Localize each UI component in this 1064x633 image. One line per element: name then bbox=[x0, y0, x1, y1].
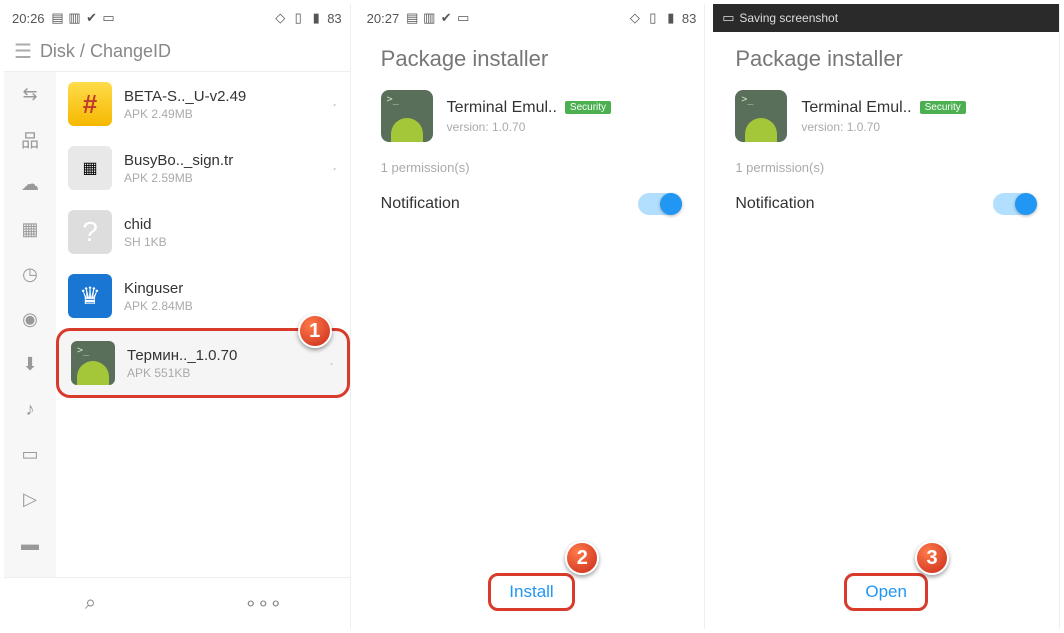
file-meta: SH 1KB bbox=[124, 235, 167, 249]
permission-toggle[interactable] bbox=[638, 193, 682, 215]
permission-count: 1 permission(s) bbox=[713, 150, 1059, 181]
status-time: 20:26 bbox=[12, 11, 45, 26]
file-icon: ? bbox=[68, 210, 112, 254]
file-list[interactable]: # BETA-S.._U-v2.49 APK 2.49MB · ▦ BusyBo… bbox=[56, 72, 350, 577]
check-icon: ✔ bbox=[85, 11, 99, 25]
file-row[interactable]: ? chid SH 1KB bbox=[56, 200, 350, 264]
file-name: Kinguser bbox=[124, 280, 193, 297]
status-icons-right: ◇ ▯ ▮ 83 bbox=[273, 11, 341, 26]
permission-name: Notification bbox=[735, 195, 814, 213]
file-meta: APK 2.84MB bbox=[124, 299, 193, 313]
app-info-row: Terminal Emul.. Security version: 1.0.70 bbox=[713, 82, 1059, 150]
app-version: version: 1.0.70 bbox=[801, 120, 965, 134]
camera-icon[interactable]: ◉ bbox=[4, 297, 56, 342]
battery-icon: ▮ bbox=[664, 11, 678, 25]
fm-sidebar: ⇆ 品 ☁ ▦ ◷ ◉ ⬇ ♪ ▭ ▷ ▬ bbox=[4, 72, 56, 577]
file-row[interactable]: ▦ BusyBo.._sign.tr APK 2.59MB · bbox=[56, 136, 350, 200]
sd-icon: ▤ bbox=[405, 11, 419, 25]
file-row[interactable]: # BETA-S.._U-v2.49 APK 2.49MB · bbox=[56, 72, 350, 136]
image-icon: ▭ bbox=[721, 11, 735, 25]
open-button[interactable]: Open bbox=[844, 573, 928, 611]
battery-level: 83 bbox=[327, 11, 341, 26]
image-icon: ▭ bbox=[102, 11, 116, 25]
saving-text: Saving screenshot bbox=[739, 11, 838, 25]
network-icon[interactable]: 品 bbox=[4, 117, 56, 162]
gallery-icon[interactable]: ▭ bbox=[4, 432, 56, 477]
file-meta: APK 2.59MB bbox=[124, 171, 233, 185]
search-icon[interactable]: ⌕ bbox=[4, 592, 177, 615]
app-name: Terminal Emul.. bbox=[801, 99, 911, 117]
step-badge-3: 3 bbox=[915, 541, 949, 575]
battery-icon: ▮ bbox=[309, 11, 323, 25]
status-icons-right: ◇ ▯ ▮ 83 bbox=[628, 11, 696, 26]
app-info-row: Terminal Emul.. Security version: 1.0.70 bbox=[359, 82, 705, 150]
app-icon bbox=[71, 341, 115, 385]
permission-name: Notification bbox=[381, 195, 460, 213]
security-badge: Security bbox=[920, 101, 966, 114]
menu-icon[interactable]: ☰ bbox=[14, 39, 32, 64]
package-installer-title: Package installer bbox=[713, 32, 1059, 82]
sd-icon: ▥ bbox=[68, 11, 82, 25]
vr-icon[interactable]: ▬ bbox=[4, 522, 56, 567]
file-name: BusyBo.._sign.tr bbox=[124, 152, 233, 169]
cloud-icon[interactable]: ☁ bbox=[4, 162, 56, 207]
step-badge-1: 1 bbox=[298, 314, 332, 348]
app-name: Terminal Emul.. bbox=[447, 99, 557, 117]
status-icons-left: ▤ ▥ ✔ ▭ bbox=[405, 11, 470, 25]
app-icon: # bbox=[68, 82, 112, 126]
wifi-icon: ◇ bbox=[628, 11, 642, 25]
status-time: 20:27 bbox=[367, 11, 400, 26]
status-bar: ▭ Saving screenshot bbox=[713, 4, 1059, 32]
more-icon[interactable]: ∘∘∘ bbox=[177, 591, 350, 616]
usb-icon[interactable]: ⇆ bbox=[4, 72, 56, 117]
status-icons-left: ▤ ▥ ✔ ▭ bbox=[51, 11, 116, 25]
screen-file-manager: 20:26 ▤ ▥ ✔ ▭ ◇ ▯ ▮ 83 ☰ Disk / ChangeID… bbox=[4, 4, 351, 629]
screen-install: 20:27 ▤ ▥ ✔ ▭ ◇ ▯ ▮ 83 Package installer… bbox=[359, 4, 706, 629]
app-icon bbox=[381, 90, 433, 142]
app-icon: ▦ bbox=[68, 146, 112, 190]
breadcrumb[interactable]: Disk / ChangeID bbox=[40, 41, 171, 62]
music-icon[interactable]: ♪ bbox=[4, 387, 56, 432]
action-bar: Open 3 bbox=[713, 555, 1059, 629]
sd-icon: ▤ bbox=[51, 11, 65, 25]
permission-count: 1 permission(s) bbox=[359, 150, 705, 181]
file-name: chid bbox=[124, 216, 167, 233]
install-button[interactable]: Install bbox=[488, 573, 574, 611]
fm-header: ☰ Disk / ChangeID bbox=[4, 32, 350, 72]
file-meta: APK 2.49MB bbox=[124, 107, 246, 121]
step-badge-2: 2 bbox=[565, 541, 599, 575]
screen-open: ▭ Saving screenshot Package installer Te… bbox=[713, 4, 1060, 629]
more-icon[interactable]: · bbox=[332, 94, 338, 115]
apps-icon[interactable]: ▦ bbox=[4, 207, 56, 252]
more-icon[interactable]: · bbox=[329, 353, 335, 374]
download-icon[interactable]: ⬇ bbox=[4, 342, 56, 387]
video-icon[interactable]: ▷ bbox=[4, 477, 56, 522]
package-installer-title: Package installer bbox=[359, 32, 705, 82]
permission-row: Notification bbox=[713, 181, 1059, 227]
status-bar: 20:26 ▤ ▥ ✔ ▭ ◇ ▯ ▮ 83 bbox=[4, 4, 350, 32]
more-icon[interactable]: · bbox=[332, 158, 338, 179]
app-version: version: 1.0.70 bbox=[447, 120, 611, 134]
security-badge: Security bbox=[565, 101, 611, 114]
status-bar: 20:27 ▤ ▥ ✔ ▭ ◇ ▯ ▮ 83 bbox=[359, 4, 705, 32]
fm-body: ⇆ 品 ☁ ▦ ◷ ◉ ⬇ ♪ ▭ ▷ ▬ # BETA-S.._U-v2.49… bbox=[4, 72, 350, 577]
permission-toggle[interactable] bbox=[993, 193, 1037, 215]
signal-icon: ▯ bbox=[291, 11, 305, 25]
signal-icon: ▯ bbox=[646, 11, 660, 25]
sd-icon: ▥ bbox=[422, 11, 436, 25]
app-icon: ♛ bbox=[68, 274, 112, 318]
permission-row: Notification bbox=[359, 181, 705, 227]
fm-footer: ⌕ ∘∘∘ bbox=[4, 577, 350, 629]
file-name: Термин.._1.0.70 bbox=[127, 347, 237, 364]
action-bar: Install 2 bbox=[359, 555, 705, 629]
check-icon: ✔ bbox=[439, 11, 453, 25]
wifi-icon: ◇ bbox=[273, 11, 287, 25]
battery-level: 83 bbox=[682, 11, 696, 26]
recent-icon[interactable]: ◷ bbox=[4, 252, 56, 297]
app-icon bbox=[735, 90, 787, 142]
file-name: BETA-S.._U-v2.49 bbox=[124, 88, 246, 105]
image-icon: ▭ bbox=[456, 11, 470, 25]
file-meta: APK 551KB bbox=[127, 366, 237, 380]
